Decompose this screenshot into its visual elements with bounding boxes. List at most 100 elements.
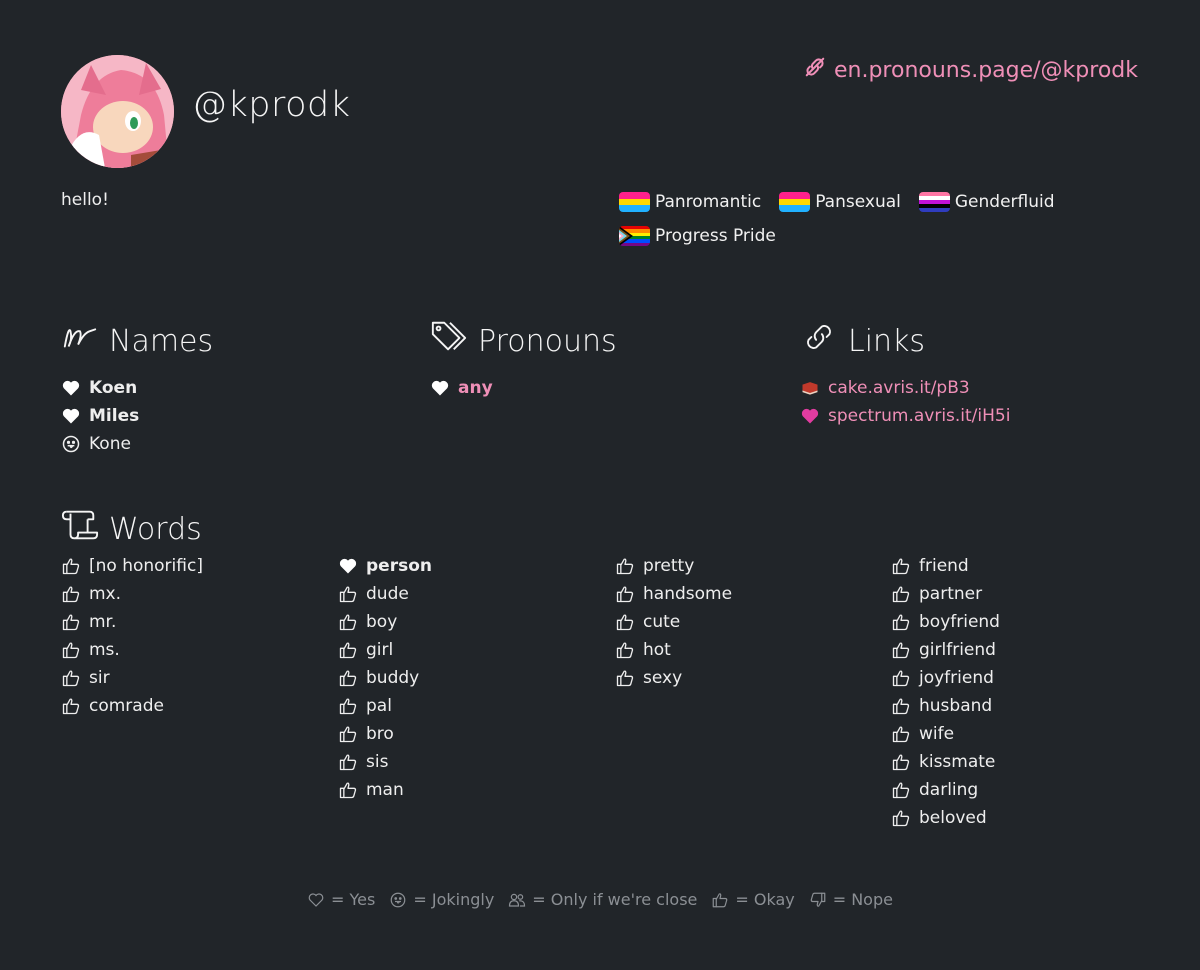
names-list: Koen Miles Kone [61, 374, 213, 458]
legend-item-nope: = Nope [809, 890, 893, 909]
thumbs-up-icon [62, 698, 80, 715]
legend-label: = Yes [331, 890, 376, 909]
word-label: comrade [89, 696, 164, 716]
word-label: sexy [643, 668, 683, 688]
word-label: partner [919, 584, 983, 604]
word-item: friend [891, 552, 1000, 580]
thumbs-up-icon [62, 642, 80, 659]
thumbs-up-icon [892, 810, 910, 827]
word-item: man [338, 776, 432, 804]
tags-icon [430, 318, 468, 364]
legend-item-jokingly: = Jokingly [389, 890, 494, 909]
legend-label: = Okay [735, 890, 795, 909]
book-icon [802, 382, 818, 395]
thumbs-up-icon [892, 586, 910, 603]
word-item: mx. [61, 580, 203, 608]
heart-icon [62, 380, 80, 396]
heart-icon [339, 558, 357, 574]
words-column-3: pretty handsome cute hot sexy [615, 552, 732, 692]
names-title: Names [109, 323, 214, 359]
word-item: person [338, 552, 432, 580]
users-icon [509, 893, 526, 907]
pronouns-section: Pronouns any [430, 318, 617, 402]
word-label: beloved [919, 808, 987, 828]
legend-label: = Jokingly [413, 890, 495, 909]
pronouns-title: Pronouns [478, 323, 617, 359]
thumbs-up-icon [892, 670, 910, 687]
thumbs-up-icon [713, 892, 728, 907]
links-section: Links cake.avris.it/pB3 spectrum.avris.i… [800, 318, 1010, 430]
thumbs-up-icon [339, 642, 357, 659]
heart-icon [62, 408, 80, 424]
thumbs-up-icon [892, 754, 910, 771]
word-item: bro [338, 720, 432, 748]
thumbs-up-icon [339, 614, 357, 631]
thumbs-up-icon [892, 642, 910, 659]
names-heading: Names [61, 318, 213, 364]
thumbs-up-icon [892, 782, 910, 799]
word-item: sexy [615, 664, 732, 692]
thumbs-up-icon [892, 726, 910, 743]
list-item[interactable]: spectrum.avris.it/iH5i [800, 402, 1010, 430]
legend-label: = Only if we're close [532, 890, 698, 909]
word-label: handsome [643, 584, 733, 604]
signature-icon [61, 318, 99, 364]
word-label: husband [919, 696, 993, 716]
words-column-2: person dude boy girl buddy pal bro sis man [338, 552, 432, 804]
thumbs-up-icon [62, 614, 80, 631]
heart-outline-icon [308, 892, 324, 907]
word-label: mr. [89, 612, 117, 632]
list-item[interactable]: any [430, 374, 617, 402]
word-item: girlfriend [891, 636, 1000, 664]
list-item: Koen [61, 374, 213, 402]
list-item[interactable]: cake.avris.it/pB3 [800, 374, 1010, 402]
word-label: [no honorific] [89, 556, 203, 576]
flag-genderfluid[interactable]: Genderfluid [918, 192, 1055, 212]
pink-heart-icon [801, 408, 819, 424]
profile-link-text: en.pronouns.page/@kprodk [834, 57, 1138, 83]
word-label: friend [919, 556, 969, 576]
genderfluid-flag-icon [918, 192, 950, 212]
link-text[interactable]: spectrum.avris.it/iH5i [828, 406, 1010, 426]
word-label: wife [919, 724, 955, 744]
link-text[interactable]: cake.avris.it/pB3 [828, 378, 970, 398]
word-label: boyfriend [919, 612, 1000, 632]
flag-pansexual[interactable]: Pansexual [779, 192, 901, 212]
name-label: Miles [89, 406, 140, 426]
word-item: boyfriend [891, 608, 1000, 636]
legend: = Yes = Jokingly = Only if we're close =… [0, 890, 1200, 909]
word-item: kissmate [891, 748, 1000, 776]
word-label: girlfriend [919, 640, 996, 660]
avatar [61, 55, 174, 168]
words-column-4: friend partner boyfriend girlfriend joyfrien… [891, 552, 1000, 832]
word-item: cute [615, 608, 732, 636]
word-label: boy [366, 612, 398, 632]
word-label: bro [366, 724, 394, 744]
thumbs-up-icon [339, 726, 357, 743]
thumbs-up-icon [339, 698, 357, 715]
word-label: sis [366, 752, 389, 772]
flag-progress-pride[interactable]: Progress Pride [619, 226, 776, 246]
word-label: darling [919, 780, 979, 800]
flag-label: Panromantic [655, 192, 762, 212]
word-item: joyfriend [891, 664, 1000, 692]
pronouns-list: any [430, 374, 617, 402]
thumbs-down-icon [810, 892, 826, 907]
thumbs-up-icon [62, 558, 80, 575]
flag-label: Pansexual [815, 192, 901, 212]
profile-link[interactable]: en.pronouns.page/@kprodk [804, 56, 1138, 84]
flags-list: Panromantic Pansexual Genderfluid Progre… [619, 192, 1119, 246]
pansexual-flag-icon [779, 192, 811, 212]
word-item: sir [61, 664, 203, 692]
username: @kprodk [192, 85, 351, 125]
thumbs-up-icon [892, 698, 910, 715]
word-item: sis [338, 748, 432, 776]
flag-label: Progress Pride [655, 226, 776, 246]
smiley-tongue-icon [62, 435, 80, 453]
flag-panromantic[interactable]: Panromantic [619, 192, 761, 212]
list-item: Miles [61, 402, 213, 430]
pronoun-link[interactable]: any [458, 378, 493, 398]
word-item: boy [338, 608, 432, 636]
links-title: Links [848, 323, 926, 359]
word-item: [no honorific] [61, 552, 203, 580]
